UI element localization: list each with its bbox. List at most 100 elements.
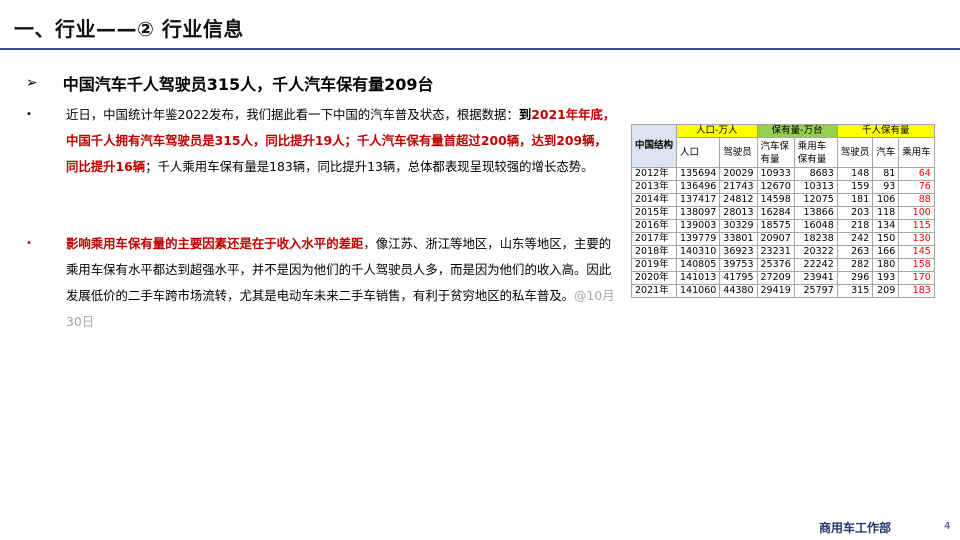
table-row: 2013年 136496 21743 12670 10313 159 93 76 bbox=[630, 180, 935, 194]
table-cell: 134 bbox=[872, 219, 900, 233]
table-cell: 203 bbox=[836, 206, 874, 220]
bullet-icon: • bbox=[26, 109, 32, 120]
column-header: 驾驶员 bbox=[836, 137, 874, 168]
row-year-cell: 2016年 bbox=[630, 219, 678, 233]
table-cell: 13866 bbox=[793, 206, 838, 220]
table-cell: 23231 bbox=[756, 245, 795, 259]
table-cell: 282 bbox=[836, 258, 874, 272]
footer-brand: 商用车工作部 bbox=[819, 521, 892, 535]
table-cell: 139779 bbox=[676, 232, 721, 246]
table-cell: 10933 bbox=[756, 167, 795, 181]
table-cell: 20907 bbox=[756, 232, 795, 246]
column-header: 乘用车保有量 bbox=[793, 137, 838, 168]
table-cell: 81 bbox=[872, 167, 900, 181]
row-year-cell: 2019年 bbox=[630, 258, 678, 272]
table-cell: 44380 bbox=[719, 284, 758, 298]
row-year-cell: 2018年 bbox=[630, 245, 678, 259]
table-cell: 27209 bbox=[756, 271, 795, 285]
group-header-per-thousand: 千人保有量 bbox=[836, 124, 935, 138]
section-heading: ➢ 中国汽车千人驾驶员315人，千人汽车保有量209台 bbox=[26, 71, 434, 95]
arrow-bullet-icon: ➢ bbox=[26, 75, 38, 91]
table-cell: 24812 bbox=[719, 193, 758, 207]
table-cell: 118 bbox=[872, 206, 900, 220]
row-year-cell: 2017年 bbox=[630, 232, 678, 246]
table-cell: 145 bbox=[898, 245, 935, 259]
table-cell: 36923 bbox=[719, 245, 758, 259]
table-corner-label: 中国结构 bbox=[630, 124, 678, 168]
table-cell: 16284 bbox=[756, 206, 795, 220]
table-cell: 30329 bbox=[719, 219, 758, 233]
table-cell: 209 bbox=[872, 284, 900, 298]
row-year-cell: 2021年 bbox=[630, 284, 678, 298]
table-cell: 93 bbox=[872, 180, 900, 194]
table-cell: 64 bbox=[898, 167, 935, 181]
table-cell: 140805 bbox=[676, 258, 721, 272]
table-cell: 166 bbox=[872, 245, 900, 259]
column-header: 人口 bbox=[676, 137, 721, 168]
row-year-cell: 2014年 bbox=[630, 193, 678, 207]
table-cell: 18575 bbox=[756, 219, 795, 233]
column-header: 驾驶员 bbox=[719, 137, 758, 168]
table-cell: 181 bbox=[836, 193, 874, 207]
table-cell: 180 bbox=[872, 258, 900, 272]
table-cell: 25376 bbox=[756, 258, 795, 272]
table-cell: 148 bbox=[836, 167, 874, 181]
table-cell: 136496 bbox=[676, 180, 721, 194]
table-cell: 88 bbox=[898, 193, 935, 207]
table-row: 2020年 141013 41795 27209 23941 296 193 170 bbox=[630, 271, 935, 285]
table-cell: 12670 bbox=[756, 180, 795, 194]
table-cell: 12075 bbox=[793, 193, 838, 207]
table-cell: 183 bbox=[898, 284, 935, 298]
table-cell: 218 bbox=[836, 219, 874, 233]
column-header: 乘用车 bbox=[898, 137, 935, 168]
para1-text-2: 到 bbox=[518, 107, 532, 122]
para1-text-1: 近日，中国统计年鉴2022发布，我们据此看一下中国的汽车普及状态，根据数据： bbox=[66, 107, 519, 122]
table-cell: 18238 bbox=[793, 232, 838, 246]
paragraph-1: • 近日，中国统计年鉴2022发布，我们据此看一下中国的汽车普及状态，根据数据：… bbox=[26, 102, 618, 180]
table-cell: 106 bbox=[872, 193, 900, 207]
table-cell: 170 bbox=[898, 271, 935, 285]
table-cell: 8683 bbox=[793, 167, 838, 181]
table-cell: 141060 bbox=[676, 284, 721, 298]
table-cell: 22242 bbox=[793, 258, 838, 272]
table-cell: 141013 bbox=[676, 271, 721, 285]
section-heading-text: 中国汽车千人驾驶员315人，千人汽车保有量209台 bbox=[62, 75, 434, 94]
table-cell: 21743 bbox=[719, 180, 758, 194]
page-number: 4 bbox=[944, 521, 951, 532]
para2-highlight: 影响乘用车保有量的主要因素还是在于收入水平的差距 bbox=[66, 236, 364, 251]
table-cell: 28013 bbox=[719, 206, 758, 220]
table-row: 2015年 138097 28013 16284 13866 203 118 100 bbox=[630, 206, 935, 220]
table-cell: 159 bbox=[836, 180, 874, 194]
table-cell: 29419 bbox=[756, 284, 795, 298]
table-row: 2012年 135694 20029 10933 8683 148 81 64 bbox=[630, 167, 935, 181]
table-cell: 25797 bbox=[793, 284, 838, 298]
table-cell: 33801 bbox=[719, 232, 758, 246]
group-header-ownership: 保有量-万台 bbox=[756, 124, 838, 138]
table-cell: 139003 bbox=[676, 219, 721, 233]
table-cell: 193 bbox=[872, 271, 900, 285]
table-cell: 23941 bbox=[793, 271, 838, 285]
table-cell: 16048 bbox=[793, 219, 838, 233]
table-cell: 115 bbox=[898, 219, 935, 233]
table-cell: 150 bbox=[872, 232, 900, 246]
row-year-cell: 2013年 bbox=[630, 180, 678, 194]
row-year-cell: 2012年 bbox=[630, 167, 678, 181]
data-table: 中国结构 人口-万人 保有量-万台 千人保有量 人口 驾驶员 汽车保有量 乘用车… bbox=[630, 124, 935, 298]
table-cell: 242 bbox=[836, 232, 874, 246]
table-cell: 10313 bbox=[793, 180, 838, 194]
column-header: 汽车 bbox=[872, 137, 900, 168]
group-header-population: 人口-万人 bbox=[676, 124, 758, 138]
table-cell: 135694 bbox=[676, 167, 721, 181]
title-divider bbox=[0, 48, 960, 50]
bullet-icon: • bbox=[26, 238, 32, 249]
table-row: 2018年 140310 36923 23231 20322 263 166 145 bbox=[630, 245, 935, 259]
table-cell: 263 bbox=[836, 245, 874, 259]
table-row: 2016年 139003 30329 18575 16048 218 134 115 bbox=[630, 219, 935, 233]
table-row: 2021年 141060 44380 29419 25797 315 209 183 bbox=[630, 284, 935, 298]
para1-text-4: ；千人乘用车保有量是183辆，同比提升13辆，总体都表现呈现较强的增长态势。 bbox=[145, 159, 594, 174]
table-cell: 296 bbox=[836, 271, 874, 285]
table-cell: 138097 bbox=[676, 206, 721, 220]
table-cell: 137417 bbox=[676, 193, 721, 207]
table-cell: 41795 bbox=[719, 271, 758, 285]
row-year-cell: 2020年 bbox=[630, 271, 678, 285]
